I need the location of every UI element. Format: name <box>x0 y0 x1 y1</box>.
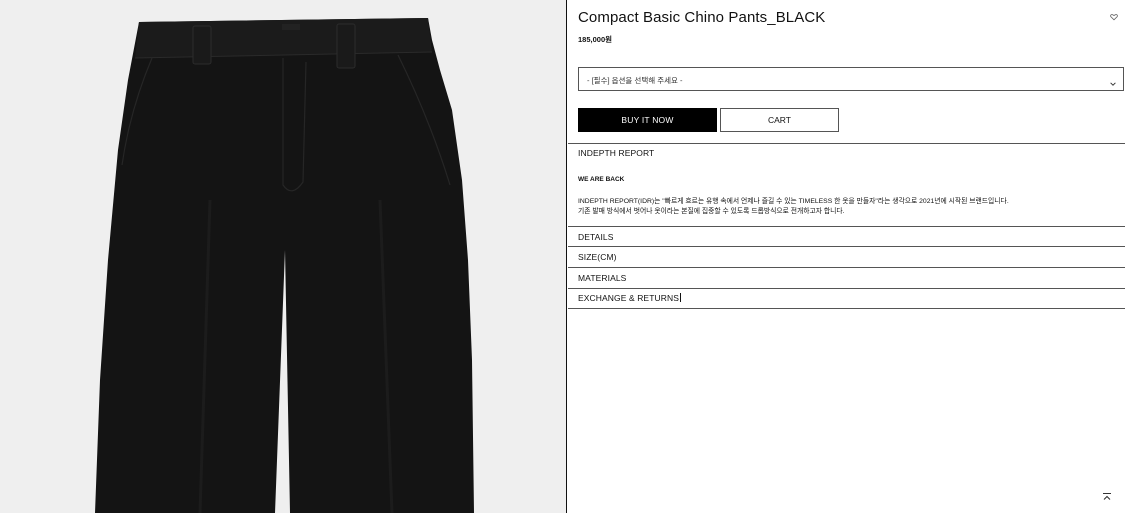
divider <box>568 308 1125 309</box>
divider <box>568 267 1125 268</box>
accordion-exchange-returns[interactable]: EXCHANGE & RETURNS <box>578 293 681 303</box>
accordion-indepth-report[interactable]: INDEPTH REPORT <box>578 148 654 158</box>
add-to-cart-button[interactable]: CART <box>720 108 839 132</box>
option-select[interactable]: - [필수] 옵션을 선택해 주세요 - <box>578 67 1124 91</box>
chevron-down-icon <box>1109 75 1117 93</box>
option-select-value: - [필수] 옵션을 선택해 주세요 - <box>587 76 683 85</box>
divider <box>568 288 1125 289</box>
scroll-to-top-icon[interactable] <box>1101 491 1113 503</box>
divider <box>568 226 1125 227</box>
text-caret <box>679 293 681 302</box>
indepth-body-title: WE ARE BACK <box>578 176 625 183</box>
indepth-body-line-2: 기존 발매 방식에서 벗어나 옷이라는 본질에 집중할 수 있도록 드롭방식으로… <box>578 208 845 215</box>
product-price: 185,000원 <box>578 35 613 44</box>
pants-illustration <box>0 0 566 513</box>
product-image <box>0 0 567 513</box>
accordion-details[interactable]: DETAILS <box>578 232 614 242</box>
accordion-exchange-label: EXCHANGE & RETURNS <box>578 293 679 303</box>
product-info-panel: Compact Basic Chino Pants_BLACK 185,000원… <box>568 0 1125 513</box>
accordion-materials[interactable]: MATERIALS <box>578 273 626 283</box>
divider <box>568 143 1125 144</box>
indepth-body-line-1: INDEPTH REPORT(IDR)는 "빠르게 흐르는 유행 속에서 언제나… <box>578 198 1009 205</box>
accordion-size[interactable]: SIZE(CM) <box>578 252 617 262</box>
buy-now-button[interactable]: BUY IT NOW <box>578 108 717 132</box>
divider <box>568 246 1125 247</box>
heart-icon[interactable] <box>1108 11 1120 23</box>
product-title: Compact Basic Chino Pants_BLACK <box>578 9 826 26</box>
